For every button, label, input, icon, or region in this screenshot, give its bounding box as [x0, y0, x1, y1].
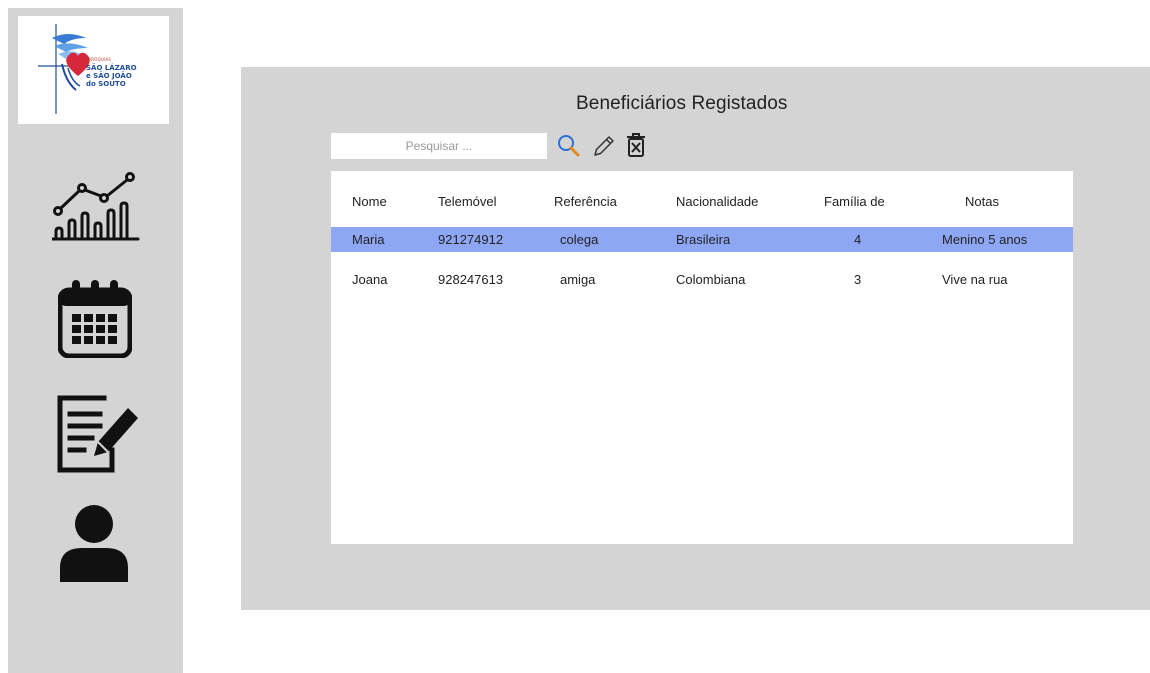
- nav-calendar[interactable]: [58, 278, 132, 358]
- nav-profile[interactable]: [58, 504, 130, 584]
- chart-icon: [52, 172, 140, 241]
- user-icon: [60, 505, 128, 582]
- column-header-familia[interactable]: Família de: [824, 194, 885, 209]
- cell-nome: Joana: [352, 272, 388, 287]
- search-icon: [558, 135, 580, 157]
- search-input[interactable]: [331, 133, 547, 159]
- cell-notas: Menino 5 anos: [942, 232, 1028, 247]
- cell-familia: 3: [854, 272, 862, 287]
- cell-referencia: colega: [560, 232, 599, 247]
- cell-nacionalidade: Brasileira: [676, 232, 731, 247]
- logo-line-3: e SÃO JOÃO: [86, 72, 132, 80]
- logo[interactable]: PARÓQUIAS SÃO LÁZARO e SÃO JOÃO do SOUTO: [18, 16, 169, 124]
- logo-text: PARÓQUIAS SÃO LÁZARO e SÃO JOÃO do SOUTO: [86, 56, 137, 88]
- nav-statistics[interactable]: [52, 171, 142, 243]
- cell-nacionalidade: Colombiana: [676, 272, 746, 287]
- beneficiaries-table: Nome Telemóvel Referência Nacionalidade …: [331, 171, 1073, 544]
- main-panel: Beneficiários Registados Nome Telemóvel …: [241, 67, 1150, 610]
- search-button[interactable]: [557, 134, 581, 158]
- edit-button[interactable]: [592, 134, 616, 158]
- cell-telemovel: 921274912: [438, 232, 504, 247]
- delete-button[interactable]: [625, 132, 647, 158]
- table-row[interactable]: Joana 928247613 amiga Colombiana 3 Vive …: [331, 267, 1073, 292]
- logo-line-2: SÃO LÁZARO: [86, 64, 137, 72]
- sidebar: PARÓQUIAS SÃO LÁZARO e SÃO JOÃO do SOUTO: [8, 8, 183, 673]
- logo-line-1: PARÓQUIAS: [86, 57, 112, 62]
- delete-icon: [627, 133, 645, 157]
- cell-nome: Maria: [352, 232, 385, 247]
- cell-familia: 4: [854, 232, 862, 247]
- column-header-nome[interactable]: Nome: [352, 194, 387, 209]
- column-header-referencia[interactable]: Referência: [554, 194, 617, 209]
- edit-icon: [594, 136, 614, 156]
- logo-line-4: do SOUTO: [86, 80, 126, 88]
- cell-referencia: amiga: [560, 272, 596, 287]
- calendar-icon: [58, 280, 132, 358]
- page-title: Beneficiários Registados: [576, 93, 788, 114]
- table-row[interactable]: Maria 921274912 colega Brasileira 4 Meni…: [331, 227, 1073, 252]
- nav-registration[interactable]: [54, 390, 140, 474]
- form-edit-icon: [57, 395, 138, 473]
- column-header-notas[interactable]: Notas: [965, 194, 999, 209]
- cell-telemovel: 928247613: [438, 272, 504, 287]
- column-header-nacionalidade[interactable]: Nacionalidade: [676, 194, 758, 209]
- column-header-telemovel[interactable]: Telemóvel: [438, 194, 497, 209]
- cell-notas: Vive na rua: [942, 272, 1008, 287]
